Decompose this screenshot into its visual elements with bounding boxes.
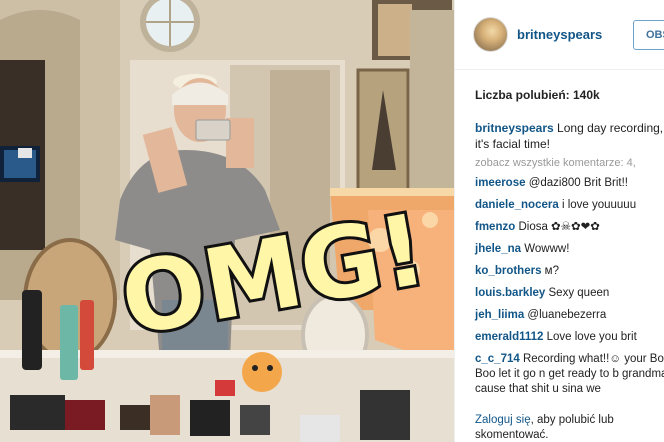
caption-text-line2: it's facial time! bbox=[475, 137, 550, 151]
comment-item: louis.barkley Sexy queen bbox=[475, 286, 664, 301]
avatar[interactable] bbox=[473, 17, 508, 52]
post-caption: britneyspears Long day recording, it's f… bbox=[475, 120, 664, 152]
comment-text: Wowww! bbox=[524, 243, 570, 255]
comments-list: britneyspears Long day recording, it's f… bbox=[475, 120, 664, 397]
comment-text: Sexy queen bbox=[548, 287, 610, 299]
comment-item: daniele_nocera i love youuuuu bbox=[475, 198, 664, 213]
comment-username[interactable]: jhele_na bbox=[475, 243, 521, 255]
comment-item: imeerose @dazi800 Brit Brit!! bbox=[475, 176, 664, 191]
login-prompt: Zaloguj się, aby polubić lub skomentować… bbox=[475, 413, 664, 442]
comment-username[interactable]: fmenzo bbox=[475, 221, 515, 233]
caption-username[interactable]: britneyspears bbox=[475, 121, 554, 135]
comment-text: @luanebezerra bbox=[527, 309, 607, 321]
comment-item: fmenzo Diosa ✿☠✿❤✿ bbox=[475, 220, 664, 235]
likes-count[interactable]: Liczba polubień: 140k bbox=[475, 88, 600, 102]
comment-item: jeh_liima @luanebezerra bbox=[475, 308, 664, 323]
comment-username[interactable]: jeh_liima bbox=[475, 309, 524, 321]
follow-button[interactable]: OBS bbox=[633, 20, 664, 50]
comment-item: c_c_714 Recording what!!☺ your Boo Boo l… bbox=[475, 352, 664, 397]
omg-text: OMG! bbox=[113, 193, 434, 358]
post-photo[interactable]: OMG! bbox=[0, 0, 454, 442]
comment-text: Love love you brit bbox=[546, 331, 637, 343]
login-link[interactable]: Zaloguj się bbox=[475, 414, 531, 426]
comment-username[interactable]: imeerose bbox=[475, 177, 526, 189]
comment-username[interactable]: emerald1112 bbox=[475, 331, 543, 343]
comment-text: @dazi800 Brit Brit!! bbox=[528, 177, 628, 189]
omg-overlay: OMG! bbox=[110, 190, 437, 361]
comment-text: i love youuuuu bbox=[561, 199, 637, 211]
comment-text: м? bbox=[544, 265, 559, 277]
post-header: britneyspears OBS bbox=[455, 0, 664, 70]
comment-item: ko_brothers м? bbox=[475, 264, 664, 279]
comment-text: Diosa ✿☠✿❤✿ bbox=[518, 221, 600, 233]
comment-username[interactable]: daniele_nocera bbox=[475, 199, 559, 211]
see-all-comments-link[interactable]: zobacz wszystkie komentarze: 4, bbox=[475, 157, 664, 169]
comment-item: emerald1112 Love love you brit bbox=[475, 330, 664, 345]
header-username[interactable]: britneyspears bbox=[517, 27, 602, 42]
comment-username[interactable]: louis.barkley bbox=[475, 287, 545, 299]
comment-item: jhele_na Wowww! bbox=[475, 242, 664, 257]
post-sidebar: britneyspears OBS Liczba polubień: 140k … bbox=[454, 0, 664, 442]
caption-text-line1: Long day recording, bbox=[557, 121, 664, 135]
comment-username[interactable]: ko_brothers bbox=[475, 265, 541, 277]
comment-username[interactable]: c_c_714 bbox=[475, 353, 520, 365]
